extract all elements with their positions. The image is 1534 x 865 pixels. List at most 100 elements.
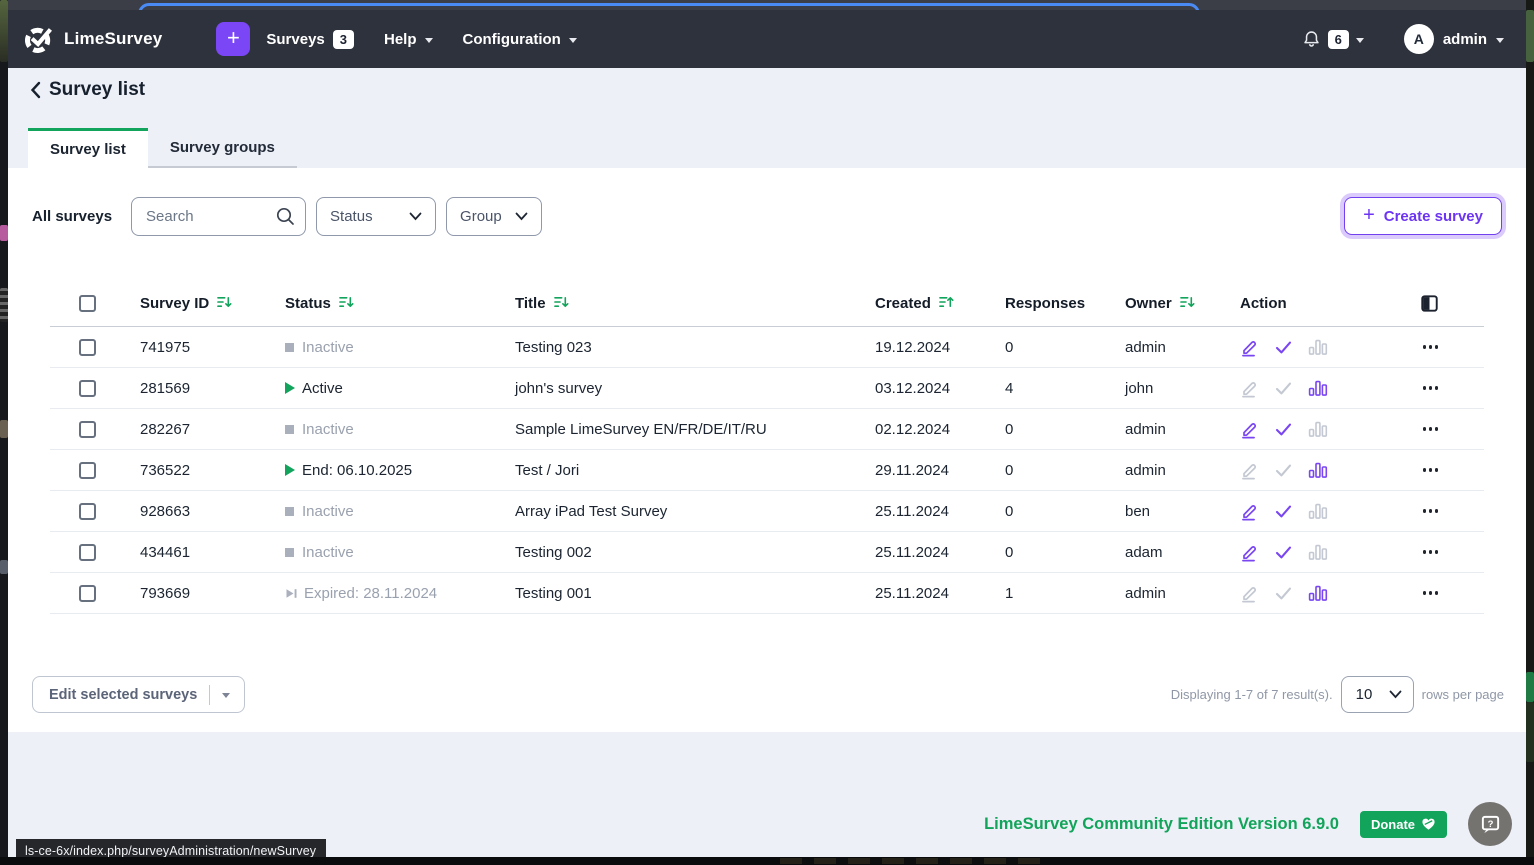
table-row: 928663 Inactive Array iPad Test Survey 25.1… xyxy=(50,491,1484,532)
active-status-icon xyxy=(285,464,295,476)
table-row: 793669 Expired: 28.11.2024 Testing 001 25.1… xyxy=(50,573,1484,614)
screen: LimeSurvey + Surveys 3 Help Configuratio… xyxy=(0,0,1534,865)
column-header-status[interactable]: Status xyxy=(285,295,355,313)
edit-survey-icon[interactable] xyxy=(1240,584,1259,603)
row-checkbox[interactable] xyxy=(79,420,96,438)
row-menu-button[interactable] xyxy=(1422,468,1438,472)
column-header-owner[interactable]: Owner xyxy=(1125,295,1196,313)
create-survey-button[interactable]: + Create survey xyxy=(1344,197,1502,235)
table-row: 281569 Active john's survey 03.12.2024 4 john xyxy=(50,368,1484,409)
statistics-icon[interactable] xyxy=(1308,339,1328,356)
survey-title[interactable]: Testing 023 xyxy=(500,339,860,356)
statistics-icon[interactable] xyxy=(1308,585,1328,602)
activate-survey-icon[interactable] xyxy=(1274,461,1293,480)
nav-help-label: Help xyxy=(384,30,417,48)
page-heading: Survey list xyxy=(30,79,145,101)
status-text: Inactive xyxy=(302,543,354,561)
statistics-icon[interactable] xyxy=(1308,380,1328,397)
search-icon[interactable] xyxy=(275,206,296,227)
survey-title[interactable]: Testing 001 xyxy=(500,585,860,602)
notifications-menu[interactable]: 6 xyxy=(1302,29,1364,49)
survey-title[interactable]: Testing 002 xyxy=(500,544,860,561)
row-menu-button[interactable] xyxy=(1422,509,1438,513)
survey-title[interactable]: Sample LimeSurvey EN/FR/DE/IT/RU xyxy=(500,421,860,438)
chevron-down-icon xyxy=(568,37,577,43)
statistics-icon[interactable] xyxy=(1308,462,1328,479)
rows-per-page-select[interactable]: 10 xyxy=(1340,676,1414,713)
survey-responses: 0 xyxy=(1005,502,1014,520)
survey-created: 02.12.2024 xyxy=(875,420,951,438)
row-checkbox[interactable] xyxy=(79,543,96,561)
row-checkbox[interactable] xyxy=(79,379,96,397)
group-filter-select[interactable]: Group xyxy=(446,196,543,236)
brand-name: LimeSurvey xyxy=(64,29,163,48)
group-filter-label: Group xyxy=(460,207,502,225)
activate-survey-icon[interactable] xyxy=(1274,584,1293,603)
donate-button[interactable]: Donate xyxy=(1359,810,1447,838)
survey-status: Active xyxy=(270,380,500,397)
activate-survey-icon[interactable] xyxy=(1274,338,1293,357)
row-checkbox[interactable] xyxy=(79,461,96,479)
survey-created: 29.11.2024 xyxy=(875,461,949,479)
survey-title[interactable]: Test / Jori xyxy=(500,462,860,479)
sort-icon xyxy=(553,295,570,313)
limesurvey-logo[interactable]: LimeSurvey xyxy=(22,23,162,56)
taskbar-text-hint xyxy=(780,858,1040,864)
select-all-checkbox[interactable] xyxy=(79,295,96,312)
activate-survey-icon[interactable] xyxy=(1274,420,1293,439)
row-checkbox[interactable] xyxy=(79,338,96,356)
support-chat-button[interactable]: ? xyxy=(1468,802,1512,846)
status-filter-select[interactable]: Status xyxy=(316,196,437,236)
survey-title[interactable]: Array iPad Test Survey xyxy=(500,503,860,520)
row-actions xyxy=(1225,338,1390,357)
edit-survey-icon[interactable] xyxy=(1240,543,1259,562)
survey-owner: admin xyxy=(1125,338,1166,356)
activate-survey-icon[interactable] xyxy=(1274,502,1293,521)
statistics-icon[interactable] xyxy=(1308,503,1328,520)
edit-survey-icon[interactable] xyxy=(1240,461,1259,480)
survey-title[interactable]: john's survey xyxy=(500,380,860,397)
statistics-icon[interactable] xyxy=(1308,544,1328,561)
edit-survey-icon[interactable] xyxy=(1240,379,1259,398)
survey-created: 25.11.2024 xyxy=(875,543,949,561)
nav-configuration[interactable]: Configuration xyxy=(463,31,577,48)
column-header-title[interactable]: Title xyxy=(515,295,570,313)
row-menu-button[interactable] xyxy=(1422,550,1438,554)
notifications-count-badge: 6 xyxy=(1327,29,1349,49)
column-header-responses[interactable]: Responses xyxy=(1005,295,1085,312)
table-row: 282267 Inactive Sample LimeSurvey EN/FR/DE… xyxy=(50,409,1484,450)
nav-help[interactable]: Help xyxy=(384,31,433,48)
nav-surveys[interactable]: Surveys 3 xyxy=(266,29,354,49)
quick-create-button[interactable]: + xyxy=(216,22,251,56)
row-menu-button[interactable] xyxy=(1422,386,1438,390)
user-menu[interactable]: A admin xyxy=(1403,24,1504,54)
edit-selected-surveys-button[interactable]: Edit selected surveys xyxy=(32,676,246,713)
plus-icon: + xyxy=(1363,203,1375,226)
row-menu-button[interactable] xyxy=(1422,591,1438,595)
row-menu-button[interactable] xyxy=(1422,427,1438,431)
row-menu-button[interactable] xyxy=(1422,345,1438,349)
survey-id: 282267 xyxy=(140,420,191,438)
row-checkbox[interactable] xyxy=(79,584,96,602)
column-settings-icon[interactable] xyxy=(1421,295,1438,312)
row-checkbox[interactable] xyxy=(79,502,96,520)
activate-survey-icon[interactable] xyxy=(1274,543,1293,562)
edit-survey-icon[interactable] xyxy=(1240,420,1259,439)
survey-list-panel: All surveys Status Group xyxy=(8,168,1526,732)
desktop-taskbar-strip xyxy=(0,857,1534,865)
statistics-icon[interactable] xyxy=(1308,421,1328,438)
edit-survey-icon[interactable] xyxy=(1240,502,1259,521)
row-actions xyxy=(1225,461,1390,480)
status-text: Inactive xyxy=(302,502,354,520)
status-text: End: 06.10.2025 xyxy=(302,461,413,479)
column-header-survey-id[interactable]: Survey ID xyxy=(140,295,233,313)
chevron-left-icon[interactable] xyxy=(30,81,41,99)
tab-survey-groups[interactable]: Survey groups xyxy=(147,128,297,168)
survey-owner: adam xyxy=(1125,543,1163,561)
table-row: 434461 Inactive Testing 002 25.11.2024 0 adam xyxy=(50,532,1484,573)
edit-survey-icon[interactable] xyxy=(1240,338,1259,357)
tab-survey-list[interactable]: Survey list xyxy=(28,128,148,168)
column-header-created[interactable]: Created xyxy=(875,295,955,313)
activate-survey-icon[interactable] xyxy=(1274,379,1293,398)
browser-chrome-edge xyxy=(8,0,1526,10)
